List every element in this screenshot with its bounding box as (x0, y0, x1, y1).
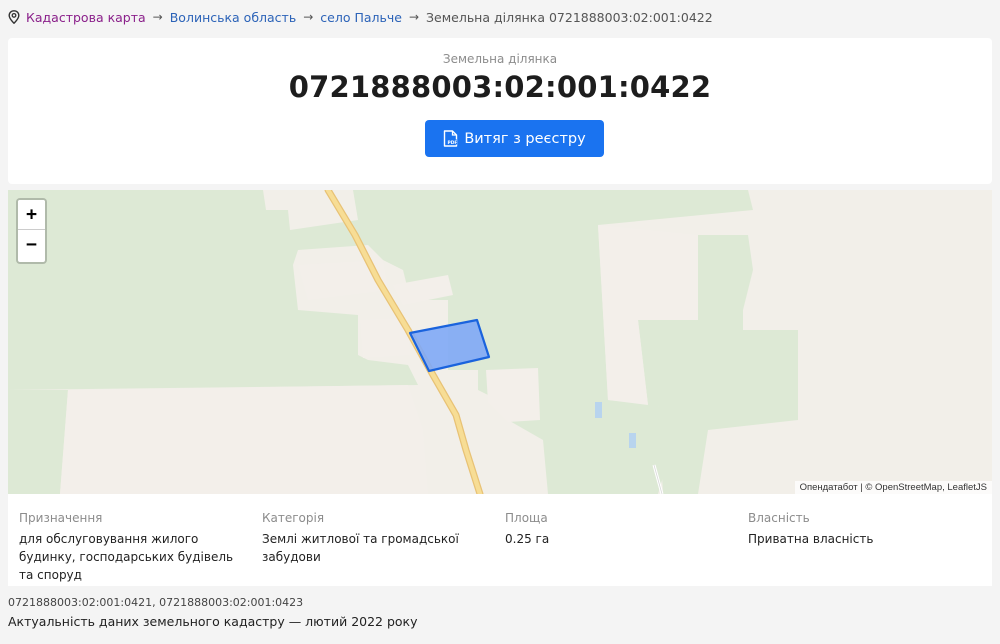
breadcrumb-separator: → (408, 10, 419, 24)
extract-button-label: Витяг з реєстру (464, 130, 586, 147)
map-green-area (8, 390, 68, 494)
neighbor-parcels: 0721888003:02:001:0421, 0721888003:02:00… (8, 596, 304, 609)
info-ownership-value: Приватна власність (748, 532, 874, 546)
zoom-in-button[interactable]: + (18, 200, 45, 230)
map-water (629, 433, 636, 448)
info-category-value: Землі житлової та громадської забудови (262, 532, 459, 564)
extract-button[interactable]: PDF Витяг з реєстру (425, 120, 604, 157)
info-area-value: 0.25 га (505, 532, 550, 546)
svg-text:PDF: PDF (448, 140, 458, 146)
parcel-header-card: Земельна ділянка 0721888003:02:001:0422 … (8, 38, 992, 184)
pdf-file-icon: PDF (444, 130, 458, 147)
parcel-info-card: Призначення для обслуговування жилого бу… (8, 494, 992, 586)
breadcrumb: Кадастрова карта → Волинська область → с… (8, 8, 713, 26)
parcel-label: Земельна ділянка (442, 52, 558, 66)
map-block (60, 385, 428, 494)
breadcrumb-link-village[interactable]: село Пальче (320, 10, 402, 25)
zoom-control: + − (16, 198, 47, 264)
cadastral-map[interactable]: + − Опендатабот | © OpenStreetMap, Leafl… (8, 190, 992, 494)
info-area: Площа 0.25 га (505, 509, 705, 548)
zoom-out-button[interactable]: − (18, 230, 45, 260)
data-actuality-note: Актуальність даних земельного кадастру —… (8, 614, 418, 629)
map-tiles[interactable] (8, 190, 992, 494)
breadcrumb-link-cadastral-map[interactable]: Кадастрова карта (26, 10, 146, 25)
map-water (595, 402, 602, 418)
breadcrumb-separator: → (152, 10, 163, 24)
info-purpose-title: Призначення (19, 511, 103, 525)
map-pin-icon (8, 10, 20, 24)
info-purpose-value: для обслуговування жилого будинку, госпо… (19, 532, 234, 582)
info-category: Категорія Землі житлової та громадської … (262, 509, 497, 566)
breadcrumb-link-region[interactable]: Волинська область (170, 10, 296, 25)
info-category-title: Категорія (262, 511, 325, 525)
info-ownership: Власність Приватна власність (748, 509, 968, 548)
map-attribution[interactable]: Опендатабот | © OpenStreetMap, LeafletJS (794, 481, 992, 494)
breadcrumb-separator: → (303, 10, 314, 24)
breadcrumb-current: Земельна ділянка 0721888003:02:001:0422 (426, 9, 713, 25)
info-ownership-title: Власність (748, 511, 810, 525)
parcel-number: 0721888003:02:001:0422 (288, 70, 712, 104)
info-area-title: Площа (505, 511, 548, 525)
info-purpose: Призначення для обслуговування жилого бу… (19, 509, 239, 584)
